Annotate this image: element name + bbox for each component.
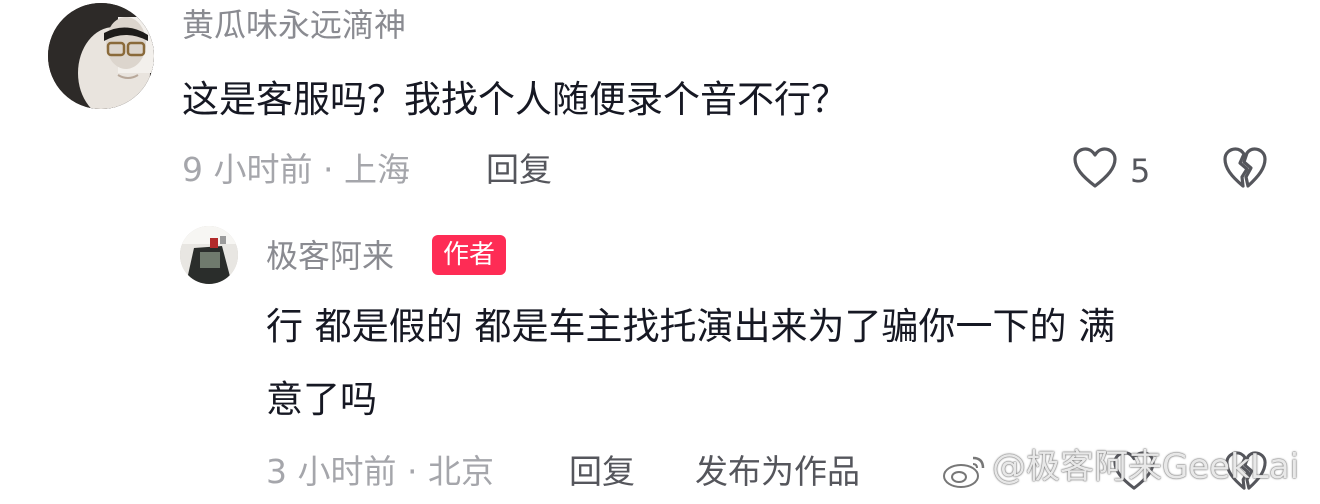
like-count: 5 <box>1130 152 1151 190</box>
publish-as-work-button[interactable]: 发布为作品 <box>695 455 860 488</box>
author-username[interactable]: 极客阿来 <box>266 240 394 272</box>
author-avatar[interactable] <box>180 226 238 284</box>
comment-time-location: 9 小时前 · 上海 <box>182 150 410 189</box>
reply-time-location: 3 小时前 · 北京 <box>266 452 494 491</box>
reply-text-line-1: 行 都是假的 都是车主找托演出来为了骗你一下的 满 <box>266 305 1116 348</box>
commenter-username[interactable]: 黄瓜味永远滴神 <box>182 9 406 41</box>
reply-text-line-2: 意了吗 <box>266 378 377 421</box>
author-badge: 作者 <box>432 235 507 275</box>
weibo-logo-icon <box>941 452 989 490</box>
author-avatar-image <box>180 226 238 284</box>
reply-reply-button[interactable]: 回复 <box>569 455 635 488</box>
watermark-text: @极客阿来GeekLai <box>992 447 1300 487</box>
commenter-avatar[interactable] <box>48 3 154 109</box>
broken-heart-icon[interactable] <box>1222 146 1268 190</box>
commenter-avatar-image <box>48 3 154 109</box>
heart-icon[interactable] <box>1072 146 1118 190</box>
comment-reply-button[interactable]: 回复 <box>486 153 552 186</box>
comment-text: 这是客服吗？我找个人随便录个音不行？ <box>182 78 848 121</box>
